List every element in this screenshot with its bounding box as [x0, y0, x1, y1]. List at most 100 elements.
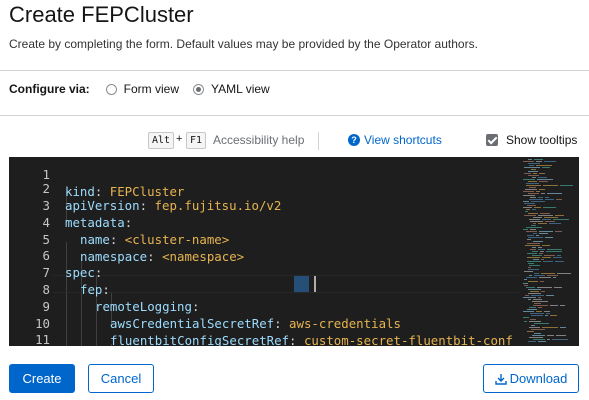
- minimap-line: [538, 223, 547, 224]
- accessibility-help: Accessibility help: [213, 133, 305, 147]
- minimap-line: [529, 265, 540, 266]
- minimap-line: [530, 319, 536, 320]
- checkbox-checked-icon[interactable]: [486, 134, 498, 146]
- minimap-line: [527, 257, 540, 258]
- minimap-line: [532, 209, 536, 210]
- minimap-line: [546, 295, 554, 296]
- minimap-line: [524, 285, 528, 286]
- minimap-line: [536, 161, 542, 162]
- minimap-line: [526, 185, 541, 186]
- divider: [0, 115, 589, 116]
- minimap-line: [549, 223, 561, 224]
- radio-checked-icon[interactable]: [193, 83, 205, 95]
- minimap-line: [533, 339, 545, 340]
- cancel-button[interactable]: Cancel: [88, 364, 154, 393]
- minimap-line: [526, 209, 530, 210]
- code-line: 4 name: <cluster-name>: [9, 198, 579, 247]
- minimap-line: [528, 341, 536, 342]
- minimap-line: [527, 235, 534, 236]
- minimap-line: [529, 275, 532, 276]
- code-line: 11 customAnnotations:: [9, 315, 579, 346]
- minimap-line: [560, 327, 566, 328]
- minimap-line: [542, 245, 550, 246]
- editor-toolbar: Alt + F1 Accessibility help ? View short…: [0, 132, 589, 150]
- minimap-line: [533, 259, 539, 260]
- minimap-line: [523, 179, 535, 180]
- minimap-line: [534, 275, 545, 276]
- minimap-line: [537, 287, 552, 288]
- download-label: Download: [509, 371, 568, 386]
- minimap-line: [546, 251, 562, 252]
- editor-minimap[interactable]: [519, 157, 579, 346]
- minimap-line: [550, 315, 557, 316]
- minimap-line: [536, 311, 542, 312]
- key-plus: +: [176, 133, 183, 145]
- minimap-line: [525, 295, 529, 296]
- minimap-line: [529, 199, 543, 200]
- minimap-line: [560, 185, 573, 186]
- download-button[interactable]: Download: [483, 364, 579, 393]
- minimap-line: [547, 249, 562, 250]
- minimap-line: [531, 325, 535, 326]
- minimap-line: [553, 277, 556, 278]
- minimap-line: [530, 249, 536, 250]
- minimap-line: [532, 255, 542, 256]
- minimap-line: [528, 269, 539, 270]
- minimap-line: [539, 277, 551, 278]
- minimap-line: [552, 339, 568, 340]
- minimap-line: [538, 177, 547, 178]
- minimap-line: [523, 195, 535, 196]
- minimap-line: [556, 199, 562, 200]
- minimap-line: [529, 165, 534, 166]
- minimap-line: [555, 261, 564, 262]
- minimap-line: [539, 173, 545, 174]
- minimap-line: [527, 309, 537, 310]
- minimap-line: [553, 257, 562, 258]
- minimap-line: [529, 337, 543, 338]
- minimap-line: [539, 231, 553, 232]
- minimap-line: [533, 173, 537, 174]
- minimap-line: [523, 191, 534, 192]
- minimap-line: [545, 221, 555, 222]
- radio-form-view[interactable]: Form view: [105, 82, 179, 96]
- minimap-line: [555, 215, 564, 216]
- question-circle-icon: ?: [348, 134, 360, 146]
- view-shortcuts-link[interactable]: ? View shortcuts: [348, 133, 442, 147]
- minimap-line: [547, 335, 554, 336]
- minimap-line: [531, 169, 536, 170]
- minimap-line: [534, 273, 539, 274]
- code-line: 12 allDeployments: {}: [9, 332, 579, 346]
- minimap-line: [539, 233, 548, 234]
- minimap-line: [530, 229, 536, 230]
- minimap-line: [557, 273, 571, 274]
- minimap-line: [532, 251, 538, 252]
- minimap-line: [523, 201, 529, 202]
- minimap-line: [550, 305, 558, 306]
- minimap-line: [547, 275, 558, 276]
- create-button[interactable]: Create: [9, 364, 75, 393]
- radio-yaml-view[interactable]: YAML view: [193, 82, 270, 96]
- minimap-line: [541, 291, 545, 292]
- radio-yaml-view-label: YAML view: [211, 82, 270, 96]
- key-f1: F1: [186, 132, 207, 149]
- code-line: 3 metadata:: [9, 181, 579, 230]
- minimap-line: [524, 203, 535, 204]
- minimap-line: [539, 253, 543, 254]
- minimap-line: [538, 341, 546, 342]
- minimap-line: [527, 253, 537, 254]
- minimap-line: [532, 247, 536, 248]
- minimap-line: [557, 255, 561, 256]
- minimap-line: [536, 165, 552, 166]
- configure-via: Configure via: Form view YAML view: [9, 82, 284, 96]
- minimap-line: [543, 207, 556, 208]
- radio-icon[interactable]: [105, 83, 117, 95]
- code-line: 6 spec:: [9, 231, 579, 280]
- key-alt: Alt: [148, 132, 175, 149]
- show-tooltips-toggle[interactable]: Show tooltips: [486, 133, 577, 147]
- minimap-line: [560, 305, 565, 306]
- minimap-line: [528, 175, 539, 176]
- yaml-editor[interactable]: 1 kind: FEPCluster 2 apiVersion: fep.fuj…: [9, 157, 579, 346]
- minimap-line: [525, 245, 540, 246]
- minimap-line: [543, 185, 558, 186]
- minimap-line: [541, 193, 545, 194]
